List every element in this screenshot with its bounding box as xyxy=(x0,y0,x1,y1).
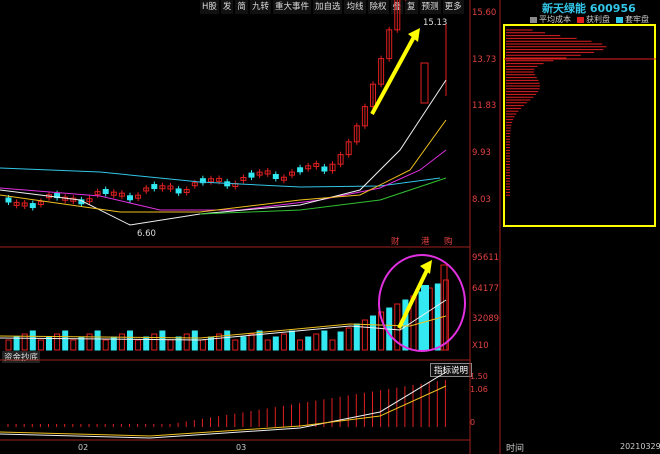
candle-body xyxy=(151,184,158,190)
volume-bar xyxy=(272,336,279,351)
volume-bar xyxy=(337,331,344,351)
candle-body xyxy=(248,172,255,178)
volume-bar xyxy=(305,336,312,351)
volume-bar xyxy=(62,330,69,351)
candle-body xyxy=(127,195,133,201)
candle-body xyxy=(29,203,36,209)
volume-bar xyxy=(70,339,77,351)
volume-bar xyxy=(353,323,360,351)
volume-bar xyxy=(329,339,336,351)
volume-bar xyxy=(175,336,182,351)
volume-bar xyxy=(297,339,304,351)
volume-bar xyxy=(127,330,133,351)
ma-line-long xyxy=(0,167,441,188)
volume-bar xyxy=(313,333,320,351)
volume-bar xyxy=(345,327,352,351)
candle-body-big xyxy=(420,62,429,104)
volume-bar xyxy=(440,264,448,351)
volume-bar xyxy=(264,339,271,351)
volume-bar xyxy=(224,330,231,351)
volume-bar xyxy=(240,336,247,351)
volume-bar xyxy=(5,339,12,351)
volume-bar xyxy=(280,333,287,351)
ma-line-mid xyxy=(0,149,447,211)
volume-bar xyxy=(159,330,166,351)
candle-body xyxy=(297,167,304,173)
volume-bar xyxy=(434,283,441,351)
volume-bar xyxy=(167,339,174,351)
candle-body xyxy=(272,174,279,180)
volume-bar xyxy=(199,339,206,351)
volume-bar xyxy=(289,330,295,351)
volume-bar xyxy=(13,336,20,351)
volume-bar xyxy=(37,339,44,351)
volume-bar xyxy=(94,330,101,351)
candle-body xyxy=(175,188,182,194)
candle-body xyxy=(5,197,12,203)
stock-chart xyxy=(0,0,656,454)
volume-bar xyxy=(135,339,142,351)
indicator-line xyxy=(0,371,447,439)
volume-bar xyxy=(151,333,158,351)
candle-body xyxy=(102,188,109,194)
indicator-line xyxy=(0,385,447,437)
volume-bar xyxy=(183,333,190,351)
volume-bar xyxy=(248,333,255,351)
volume-bar xyxy=(102,339,109,351)
volume-bar xyxy=(29,330,36,351)
volume-bar xyxy=(442,279,449,351)
volume-bar xyxy=(321,330,328,351)
volume-bar xyxy=(232,339,239,351)
volume-bar xyxy=(118,333,125,351)
volume-bar xyxy=(370,315,376,351)
volume-bar xyxy=(191,330,198,351)
candle-body xyxy=(321,166,328,172)
volume-bar-peak xyxy=(421,285,429,350)
